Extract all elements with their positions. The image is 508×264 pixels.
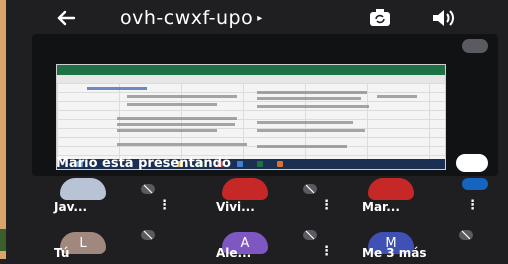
meeting-title[interactable]: ovh-cwxf-upo ▸ (120, 7, 263, 29)
sheet-text-line (257, 105, 369, 108)
participant-name: Tú (54, 246, 70, 260)
sheet-text-line (127, 95, 237, 98)
sheet-text-line (117, 143, 247, 146)
avatar-initial: L (79, 235, 87, 251)
participant-tile[interactable]: A Ale... ⋮ (202, 224, 342, 264)
sheet-text-line (377, 95, 417, 98)
presenter-label: Mario está presentando (56, 156, 231, 171)
avatar (368, 178, 414, 200)
participant-tile[interactable]: Jav... ⋮ (40, 178, 180, 218)
participant-tile[interactable]: Mar... ⋮ (348, 178, 488, 218)
muted-mic-icon (302, 180, 318, 194)
participant-name: Ale... (216, 246, 252, 260)
participant-name: Mar... (362, 200, 400, 214)
sheet-text-line (257, 121, 353, 124)
screen-share-view[interactable]: Mario está presentando (32, 34, 498, 176)
speaking-indicator (462, 178, 488, 190)
more-options-icon[interactable]: ⋮ (320, 198, 333, 213)
muted-mic-icon (458, 226, 474, 240)
more-options-icon[interactable]: ⋮ (466, 198, 479, 213)
participant-name: Vivi... (216, 200, 255, 214)
participant-tile[interactable]: Vivi... ⋮ (202, 178, 342, 218)
participant-row: Jav... ⋮ Vivi... ⋮ Mar... ⋮ (40, 178, 490, 218)
sheet-text-line (127, 103, 217, 106)
participant-name: Jav... (54, 200, 88, 214)
spreadsheet-ribbon (57, 65, 445, 75)
sheet-text-line (117, 129, 217, 132)
participant-row: L Tú A Ale... ⋮ M Me 3 más (40, 224, 490, 260)
back-arrow-icon[interactable] (54, 6, 78, 30)
top-bar: ovh-cwxf-upo ▸ (10, 0, 500, 36)
participant-name: Me 3 más (362, 246, 427, 260)
participant-tile[interactable]: L Tú (40, 224, 180, 264)
shared-spreadsheet (56, 64, 446, 170)
sheet-text-line (117, 123, 235, 126)
sheet-text-line (257, 129, 365, 132)
sheet-text-line (117, 117, 237, 120)
muted-mic-icon (140, 180, 156, 194)
switch-camera-icon[interactable] (368, 7, 392, 29)
speaker-icon[interactable] (430, 6, 456, 30)
title-chevron-icon: ▸ (257, 13, 263, 24)
meeting-code: ovh-cwxf-upo (120, 7, 254, 29)
sheet-text-line (257, 91, 367, 94)
sheet-header-text (87, 87, 147, 90)
sheet-text-line (257, 145, 347, 148)
more-options-icon[interactable]: ⋮ (320, 244, 333, 259)
presentation-toggle[interactable] (456, 154, 488, 172)
avatar (60, 178, 106, 200)
more-options-icon[interactable]: ⋮ (158, 198, 171, 213)
left-edge-plant (0, 229, 6, 251)
participant-tile[interactable]: M Me 3 más (348, 224, 488, 264)
muted-mic-icon (462, 39, 488, 53)
muted-mic-icon (140, 226, 156, 240)
avatar (222, 178, 268, 200)
muted-mic-icon (302, 226, 318, 240)
sheet-text-line (257, 97, 361, 100)
left-edge-strip (0, 0, 6, 259)
